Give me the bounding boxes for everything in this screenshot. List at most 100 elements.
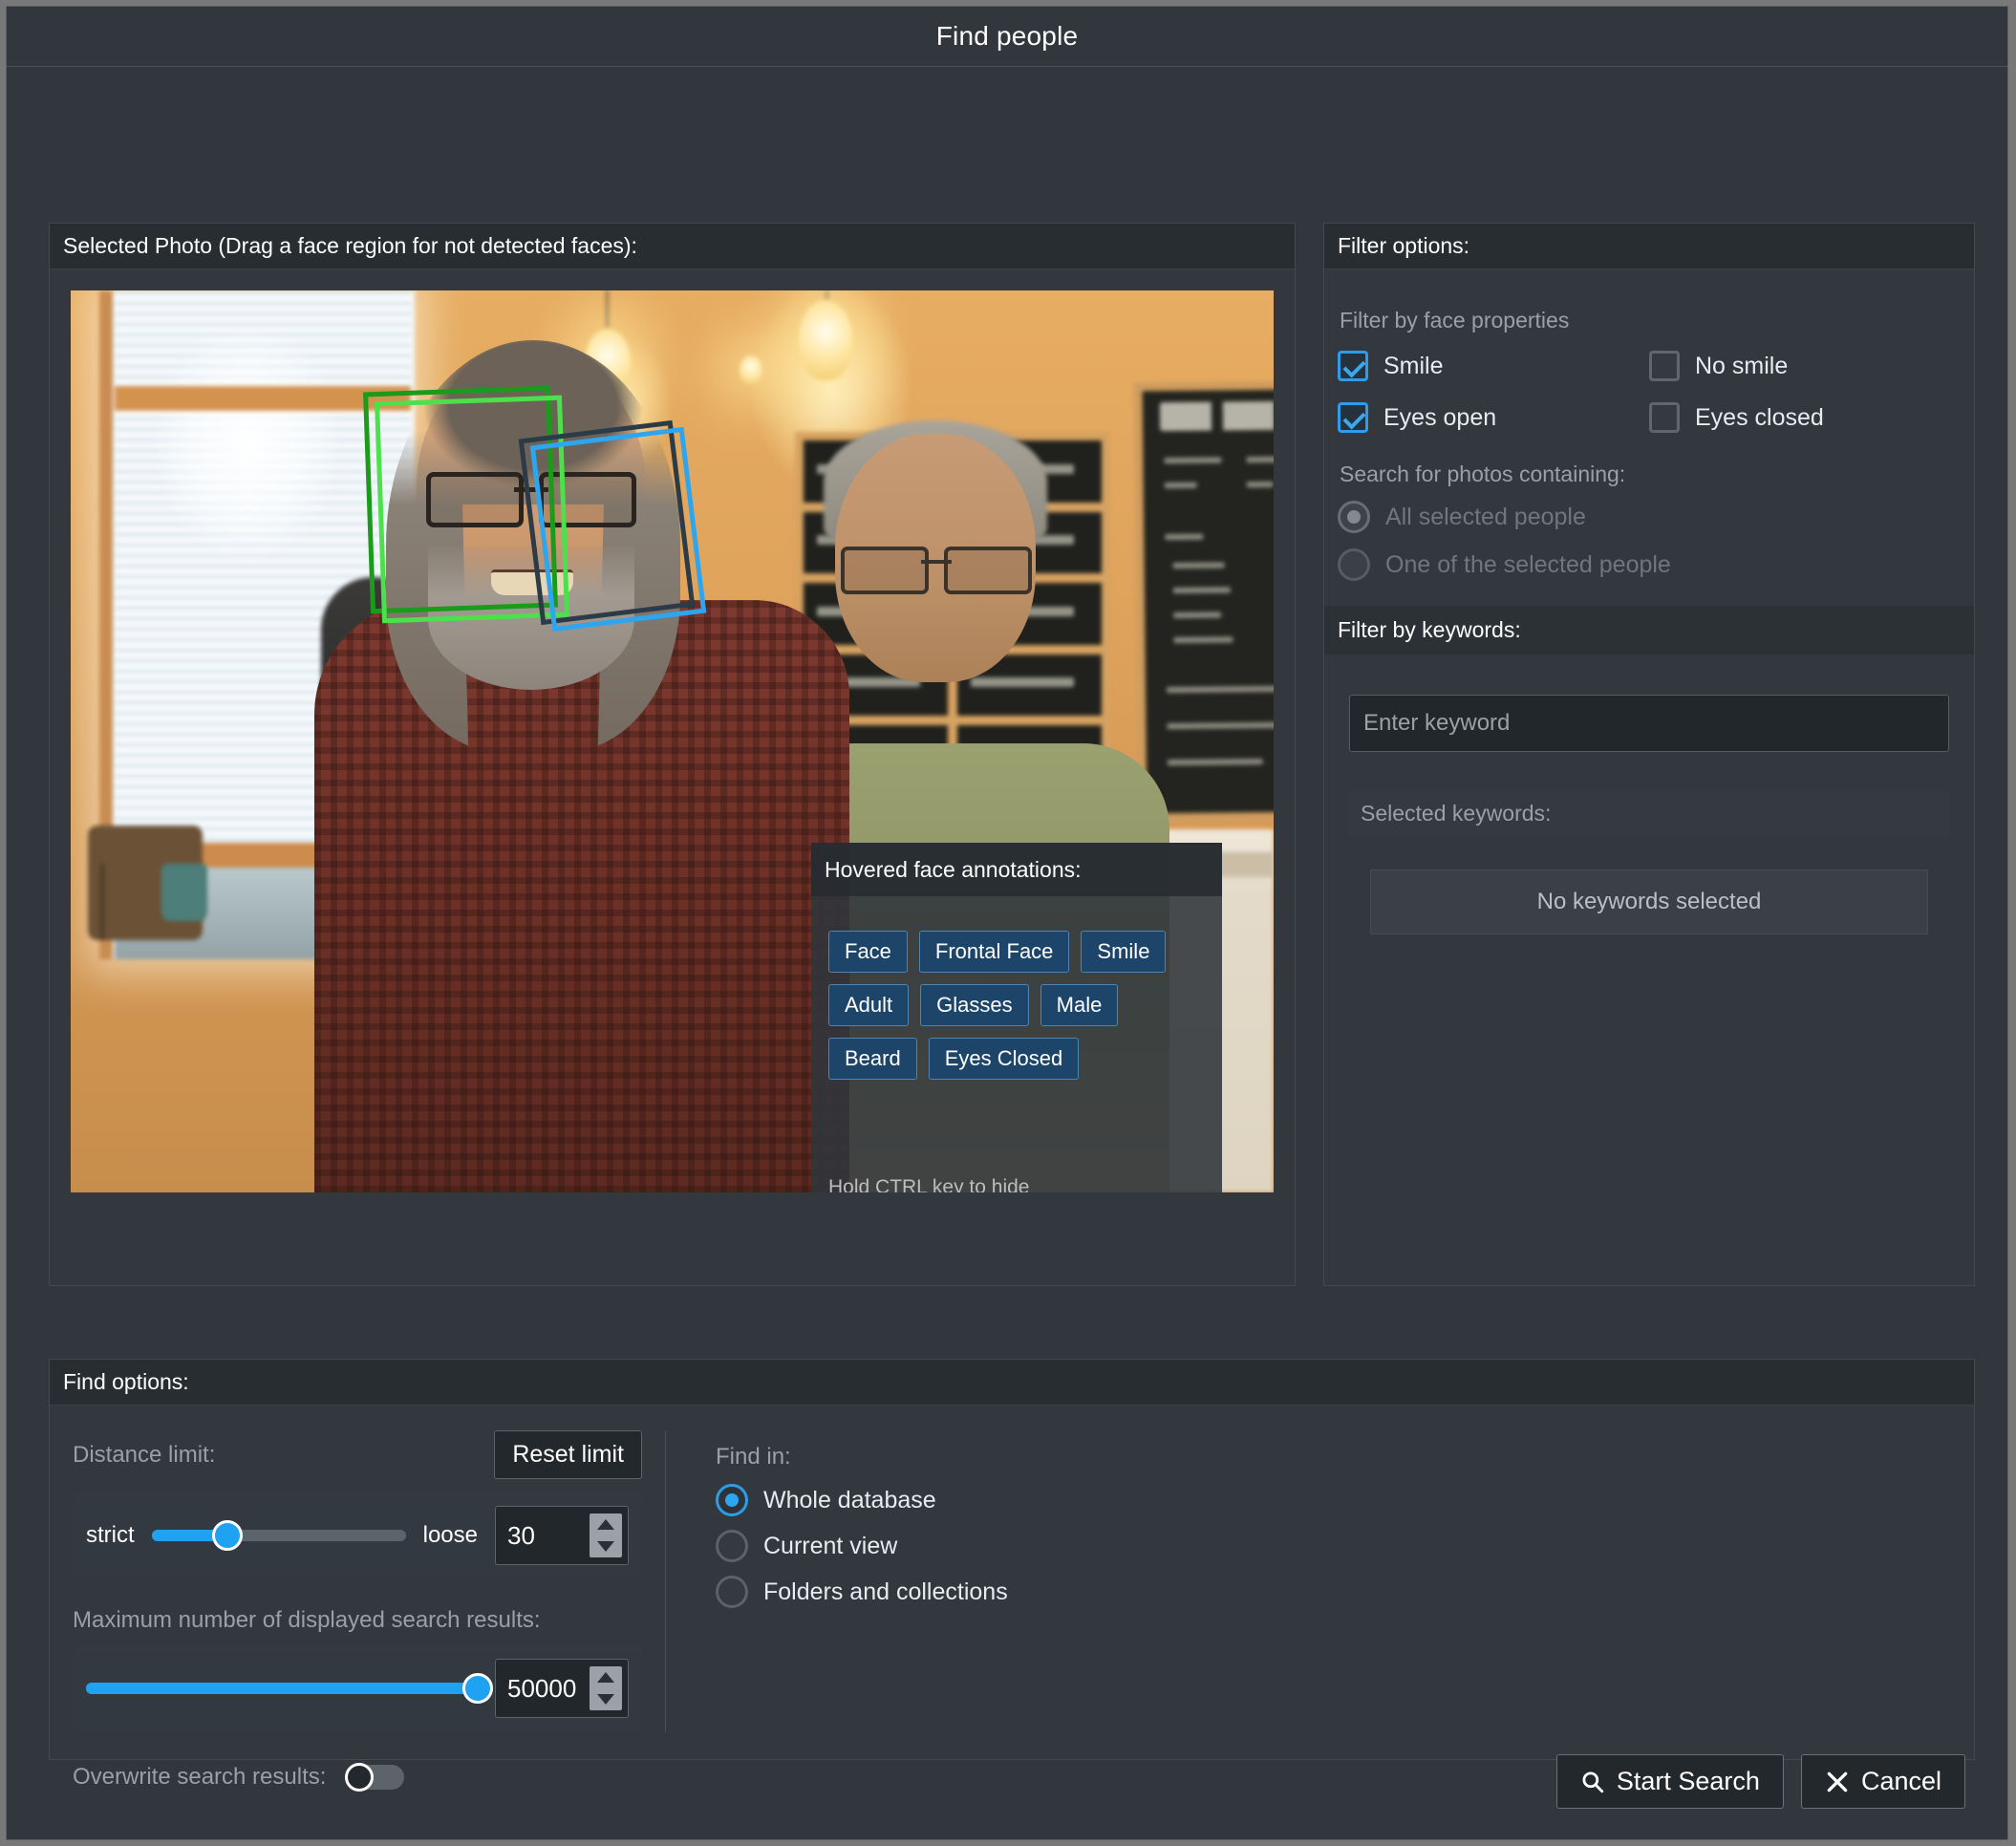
radio-current-view-label: Current view	[763, 1533, 897, 1560]
annotation-tag-smile[interactable]: Smile	[1081, 931, 1166, 973]
checkbox-eyes-closed[interactable]: Eyes closed	[1649, 402, 1961, 433]
radio-one-of-selected-people[interactable]: One of the selected people	[1338, 548, 1961, 581]
annotation-tag-frontal-face[interactable]: Frontal Face	[919, 931, 1070, 973]
distance-limit-slider[interactable]	[152, 1530, 406, 1541]
checkbox-eyes-closed-box[interactable]	[1649, 402, 1680, 433]
distance-limit-spinbox[interactable]: 30	[495, 1506, 629, 1565]
window-glow	[157, 329, 338, 558]
chalk-line	[1164, 457, 1221, 463]
max-results-label: Maximum number of displayed search resul…	[73, 1607, 642, 1634]
filter-options-body: Filter by face properties Smile No smile…	[1324, 269, 1974, 934]
find-options-header: Find options:	[50, 1360, 1974, 1406]
find-people-dialog: Find people Selected Photo (Drag a face …	[6, 6, 2008, 1840]
dialog-body: Selected Photo (Drag a face region for n…	[7, 67, 2007, 1839]
spinner-down-icon[interactable]	[597, 1541, 614, 1552]
annotation-tag-eyes-closed[interactable]: Eyes Closed	[929, 1038, 1080, 1080]
reset-limit-button[interactable]: Reset limit	[494, 1430, 642, 1479]
selected-keywords-label: Selected keywords:	[1349, 790, 1949, 837]
checkbox-smile-box[interactable]	[1338, 351, 1368, 381]
chalkboard-menu	[1134, 380, 1274, 823]
annotation-tag-glasses[interactable]: Glasses	[920, 984, 1028, 1026]
close-icon	[1825, 1770, 1850, 1794]
checkbox-no-smile[interactable]: No smile	[1649, 351, 1961, 381]
spinner-up-icon[interactable]	[597, 1519, 614, 1530]
radio-one-of-selected-people-dot[interactable]	[1338, 548, 1370, 581]
chalk-line	[1173, 562, 1225, 569]
keyword-input[interactable]: Enter keyword	[1349, 695, 1949, 752]
chalk-line	[1167, 722, 1274, 730]
find-options-body: Distance limit: Reset limit strict loose…	[50, 1406, 1974, 1759]
overwrite-search-results-row: Overwrite search results:	[73, 1764, 642, 1791]
chalkboard-title	[1160, 400, 1274, 431]
overwrite-search-results-toggle[interactable]	[345, 1765, 404, 1790]
radio-folders-and-collections[interactable]: Folders and collections	[716, 1576, 1008, 1608]
face-box-blue[interactable]	[530, 427, 707, 632]
selected-photo-panel: Selected Photo (Drag a face region for n…	[49, 223, 1296, 1286]
radio-current-view-dot[interactable]	[716, 1530, 748, 1562]
radio-whole-database[interactable]: Whole database	[716, 1484, 1008, 1516]
checkbox-eyes-open-label: Eyes open	[1383, 404, 1496, 432]
annotation-tag-beard[interactable]: Beard	[828, 1038, 917, 1080]
distance-limit-label: Distance limit:	[73, 1442, 215, 1469]
annotation-tag-face[interactable]: Face	[828, 931, 908, 973]
start-search-button[interactable]: Start Search	[1556, 1754, 1784, 1809]
dialog-titlebar: Find people	[7, 7, 2007, 67]
annotation-tag-adult[interactable]: Adult	[828, 984, 909, 1026]
max-results-slider-fill	[86, 1683, 478, 1694]
distance-slider-knob[interactable]	[212, 1520, 243, 1551]
annotation-tag-male[interactable]: Male	[1040, 984, 1119, 1026]
toggle-knob[interactable]	[345, 1763, 374, 1792]
radio-all-selected-people-dot[interactable]	[1338, 501, 1370, 533]
find-options-left-column: Distance limit: Reset limit strict loose…	[50, 1406, 665, 1759]
spinner-up-icon[interactable]	[597, 1672, 614, 1683]
distance-loose-label: loose	[423, 1522, 478, 1549]
radio-folders-and-collections-dot[interactable]	[716, 1576, 748, 1608]
checkbox-smile[interactable]: Smile	[1338, 351, 1649, 381]
face-property-checkbox-grid: Smile No smile Eyes open Eyes closed	[1338, 351, 1961, 433]
selected-photo-image[interactable]: Hovered face annotations: Face Frontal F…	[71, 290, 1274, 1192]
pendant-lamp-2	[799, 300, 852, 380]
checkbox-smile-label: Smile	[1383, 353, 1444, 380]
distance-limit-slider-group: strict loose 30	[73, 1492, 642, 1578]
max-results-value: 50000	[496, 1674, 590, 1704]
pendant-lamp-3	[740, 355, 762, 384]
chalk-line	[1165, 483, 1197, 488]
selected-photo-header: Selected Photo (Drag a face region for n…	[50, 224, 1295, 269]
max-results-slider-group: 50000	[73, 1645, 642, 1731]
dialog-title: Find people	[936, 21, 1079, 52]
find-options-right-column: Find in: Whole database Current view	[666, 1406, 1008, 1759]
cancel-label: Cancel	[1861, 1767, 1941, 1796]
cancel-button[interactable]: Cancel	[1801, 1754, 1965, 1809]
distance-limit-value: 30	[496, 1521, 590, 1551]
search-containing-label: Search for photos containing:	[1340, 462, 1961, 487]
search-icon	[1580, 1770, 1605, 1794]
chalk-line	[1173, 612, 1221, 618]
checkbox-eyes-open[interactable]: Eyes open	[1338, 402, 1649, 433]
mug	[161, 864, 207, 921]
checkbox-eyes-open-box[interactable]	[1338, 402, 1368, 433]
search-containing-radio-group: All selected people One of the selected …	[1338, 501, 1961, 581]
max-results-spinbox[interactable]: 50000	[495, 1659, 629, 1718]
overwrite-search-results-label: Overwrite search results:	[73, 1764, 326, 1791]
checkbox-no-smile-box[interactable]	[1649, 351, 1680, 381]
spinner-arrows-icon[interactable]	[590, 1513, 622, 1557]
chalk-line	[1173, 587, 1231, 593]
max-results-slider-knob[interactable]	[462, 1673, 493, 1704]
radio-all-selected-people[interactable]: All selected people	[1338, 501, 1961, 533]
annotation-tag-list: Face Frontal Face Smile Adult Glasses Ma…	[811, 896, 1222, 1080]
radio-all-selected-people-label: All selected people	[1385, 504, 1586, 531]
max-results-slider[interactable]	[86, 1683, 478, 1694]
spinner-arrows-icon[interactable]	[590, 1666, 622, 1710]
person-right-glasses	[841, 547, 1032, 589]
radio-whole-database-dot[interactable]	[716, 1484, 748, 1516]
person-left-body	[314, 600, 849, 1192]
chalk-line	[1168, 759, 1263, 765]
chalk-line	[1167, 685, 1274, 693]
radio-current-view[interactable]: Current view	[716, 1530, 1008, 1562]
spinner-down-icon[interactable]	[597, 1694, 614, 1705]
find-in-radio-group: Whole database Current view Folders and …	[716, 1484, 1008, 1608]
annotations-popup-header: Hovered face annotations:	[811, 843, 1222, 896]
filter-by-keywords-header: Filter by keywords:	[1324, 606, 1974, 655]
lamp-cord-1	[606, 290, 609, 329]
hovered-face-annotations-popup: Hovered face annotations: Face Frontal F…	[811, 843, 1222, 1192]
